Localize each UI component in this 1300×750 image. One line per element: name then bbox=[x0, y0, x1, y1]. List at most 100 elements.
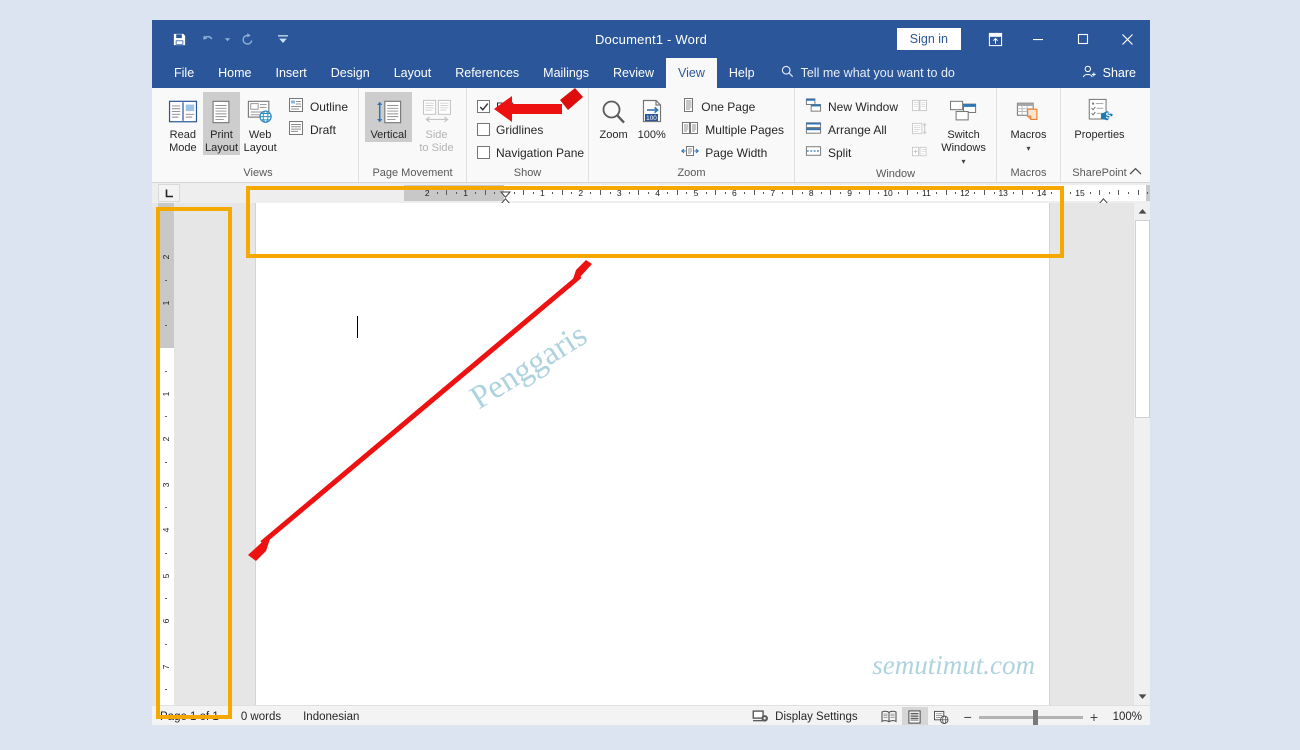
hruler-number: 1 bbox=[463, 188, 468, 198]
reset-window-position-button[interactable] bbox=[907, 142, 932, 163]
multiple-pages-button[interactable]: Multiple Pages bbox=[677, 119, 788, 140]
tab-file[interactable]: File bbox=[162, 58, 206, 88]
draft-icon bbox=[288, 120, 304, 139]
vruler-number: 7 bbox=[161, 664, 171, 669]
read-mode-view-icon[interactable] bbox=[876, 707, 902, 725]
draft-button[interactable]: Draft bbox=[284, 119, 352, 140]
share-person-icon bbox=[1082, 65, 1097, 82]
navigation-pane-checkbox[interactable] bbox=[477, 146, 490, 159]
outline-button[interactable]: Outline bbox=[284, 96, 352, 117]
macros-button[interactable]: Macros ▾ bbox=[1003, 92, 1054, 155]
customize-quick-access-icon[interactable] bbox=[270, 26, 296, 52]
tab-insert[interactable]: Insert bbox=[264, 58, 319, 88]
scroll-down-arrow-icon[interactable] bbox=[1134, 688, 1150, 705]
sharepoint-properties-icon: S bbox=[1085, 95, 1115, 129]
print-layout-view-icon[interactable] bbox=[902, 707, 928, 725]
display-settings-button[interactable]: Display Settings bbox=[752, 709, 857, 726]
zoom-100-button[interactable]: 100 100% bbox=[633, 92, 670, 142]
scrollbar-thumb[interactable] bbox=[1135, 220, 1150, 418]
zoom-slider-thumb[interactable] bbox=[1033, 710, 1038, 725]
zoom-level[interactable]: 100% bbox=[1108, 711, 1142, 723]
new-window-button[interactable]: New Window bbox=[801, 96, 902, 117]
sign-in-button[interactable]: Sign in bbox=[897, 28, 961, 50]
chevron-down-icon: ▾ bbox=[962, 157, 966, 166]
hruler-tick bbox=[571, 192, 572, 194]
hruler-number: 7 bbox=[770, 188, 775, 198]
properties-button[interactable]: S Properties bbox=[1067, 92, 1132, 142]
ribbon-display-options-icon[interactable] bbox=[975, 20, 1015, 58]
hruler-tick bbox=[610, 192, 611, 194]
tab-layout[interactable]: Layout bbox=[382, 58, 444, 88]
zoom-button[interactable]: Zoom bbox=[595, 92, 632, 142]
tab-stop-selector[interactable] bbox=[158, 184, 180, 202]
page-width-button[interactable]: Page Width bbox=[677, 142, 788, 163]
vruler-number: 1 bbox=[161, 300, 171, 305]
tab-references[interactable]: References bbox=[443, 58, 531, 88]
vertical-ruler[interactable]: 211234567 bbox=[158, 203, 174, 705]
vruler-tick bbox=[165, 280, 167, 281]
undo-icon[interactable] bbox=[194, 26, 220, 52]
gridlines-checkbox-row[interactable]: Gridlines bbox=[473, 119, 588, 140]
hruler-tick bbox=[754, 190, 755, 195]
maximize-button[interactable] bbox=[1060, 20, 1105, 58]
arrange-all-button[interactable]: Arrange All bbox=[801, 119, 902, 140]
group-label-sharepoint: SharePoint bbox=[1067, 167, 1132, 182]
scrollbar-track[interactable] bbox=[1134, 220, 1150, 688]
zoom-slider[interactable]: − + bbox=[964, 710, 1098, 724]
side-to-side-button[interactable]: Side to Side bbox=[413, 92, 460, 155]
ruler-checkbox-row[interactable]: Ruler bbox=[473, 96, 588, 117]
web-layout-button[interactable]: Web Layout bbox=[241, 92, 279, 155]
language-indicator[interactable]: Indonesian bbox=[303, 711, 359, 723]
share-label: Share bbox=[1103, 66, 1136, 80]
multiple-pages-icon bbox=[681, 120, 699, 139]
display-settings-label: Display Settings bbox=[775, 711, 857, 723]
undo-dropdown-caret-icon[interactable] bbox=[222, 26, 232, 52]
zoom-slider-track[interactable] bbox=[979, 716, 1083, 719]
zoom-in-button[interactable]: + bbox=[1090, 710, 1098, 724]
ruler-checkbox[interactable] bbox=[477, 100, 490, 113]
page-info[interactable]: Page 1 of 1 bbox=[160, 711, 219, 723]
redo-icon[interactable] bbox=[234, 26, 260, 52]
document-page[interactable]: Penggaris semutimut.com bbox=[255, 203, 1050, 705]
gridlines-checkbox[interactable] bbox=[477, 123, 490, 136]
print-layout-icon bbox=[208, 95, 234, 129]
tell-me-search[interactable]: Tell me what you want to do bbox=[781, 58, 955, 88]
hruler-tick bbox=[706, 192, 707, 194]
tab-view[interactable]: View bbox=[666, 58, 717, 88]
zoom-out-button[interactable]: − bbox=[964, 710, 972, 724]
tab-help[interactable]: Help bbox=[717, 58, 767, 88]
collapse-ribbon-button[interactable] bbox=[1129, 167, 1142, 179]
vertical-scrollbar[interactable] bbox=[1133, 203, 1150, 705]
vertical-movement-button[interactable]: Vertical bbox=[365, 92, 412, 142]
hruler-tick bbox=[1070, 192, 1071, 194]
navigation-pane-checkbox-row[interactable]: Navigation Pane bbox=[473, 142, 588, 163]
hruler-tick bbox=[638, 190, 639, 195]
view-side-by-side-button[interactable] bbox=[907, 96, 932, 117]
hruler-tick bbox=[1051, 192, 1052, 194]
svg-text:S: S bbox=[1105, 110, 1111, 120]
tab-design[interactable]: Design bbox=[319, 58, 382, 88]
synchronous-scrolling-button[interactable] bbox=[907, 119, 932, 140]
tab-review[interactable]: Review bbox=[601, 58, 666, 88]
hruler-number: 5 bbox=[694, 188, 699, 198]
window-controls: Sign in bbox=[897, 20, 1150, 58]
zoom-small-buttons: One Page Multiple Pages Page Width bbox=[677, 92, 788, 163]
tab-mailings[interactable]: Mailings bbox=[531, 58, 601, 88]
read-mode-button[interactable]: Read Mode bbox=[164, 92, 202, 155]
hruler-tick bbox=[667, 192, 668, 194]
scroll-up-arrow-icon[interactable] bbox=[1134, 203, 1150, 220]
one-page-button[interactable]: One Page bbox=[677, 96, 788, 117]
hruler-tick bbox=[907, 190, 908, 195]
horizontal-ruler[interactable]: 211234567891011121314151718 bbox=[404, 185, 1150, 201]
save-icon[interactable] bbox=[166, 26, 192, 52]
tab-home[interactable]: Home bbox=[206, 58, 263, 88]
web-layout-view-icon[interactable] bbox=[928, 707, 954, 725]
print-layout-button[interactable]: Print Layout bbox=[203, 92, 241, 155]
share-button[interactable]: Share bbox=[1082, 58, 1136, 88]
word-count[interactable]: 0 words bbox=[241, 711, 281, 723]
close-button[interactable] bbox=[1105, 20, 1150, 58]
split-button[interactable]: Split bbox=[801, 142, 902, 163]
group-label-page-movement: Page Movement bbox=[365, 167, 460, 182]
minimize-button[interactable] bbox=[1015, 20, 1060, 58]
switch-windows-button[interactable]: Switch Windows ▾ bbox=[937, 92, 990, 168]
